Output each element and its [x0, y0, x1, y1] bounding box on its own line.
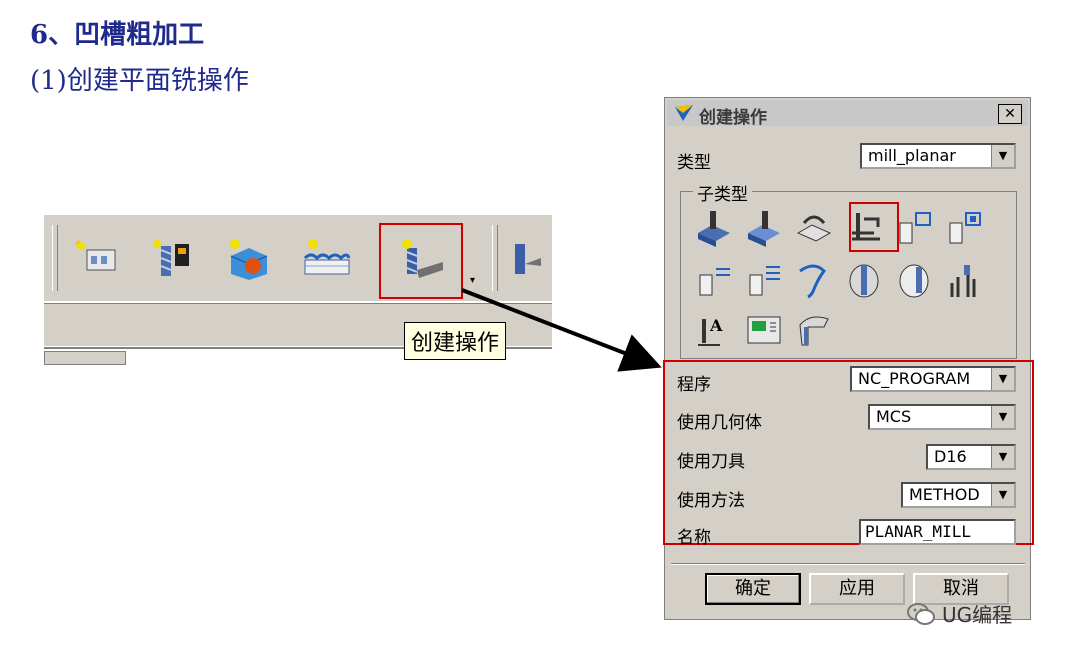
toolbar-highlight-box: [379, 223, 463, 299]
create-program-icon[interactable]: [66, 231, 126, 287]
tool-select[interactable]: D16 ▼: [926, 444, 1016, 470]
panel-tab[interactable]: [44, 351, 126, 365]
chevron-down-icon[interactable]: ▼: [991, 446, 1014, 468]
dialog-title: 创建操作: [699, 108, 767, 128]
type-label: 类型: [677, 153, 711, 173]
svg-text:A: A: [709, 316, 723, 335]
apply-button[interactable]: 应用: [809, 573, 905, 605]
method-select-value: METHOD: [909, 485, 980, 504]
create-geometry-icon[interactable]: [218, 231, 278, 287]
subtype-planar-text-icon[interactable]: A: [691, 308, 737, 352]
geometry-select-value: MCS: [876, 407, 912, 426]
toolbar: ▾: [44, 215, 552, 301]
toolbar-grip[interactable]: [52, 225, 58, 291]
app-logo-icon: [675, 105, 693, 121]
type-select-value: mill_planar: [868, 146, 956, 165]
program-select-value: NC_PROGRAM: [858, 369, 971, 388]
section-subheading: (1)创建平面铣操作: [30, 66, 249, 96]
subtype-face-milling-manual-icon[interactable]: [791, 206, 837, 250]
subtype-mill-user-icon[interactable]: [791, 308, 837, 352]
geometry-select[interactable]: MCS ▼: [868, 404, 1016, 430]
tool-label: 使用刀具: [677, 452, 745, 472]
subtype-hole-milling-icon[interactable]: [841, 258, 887, 302]
subtype-cleanup-corners-icon[interactable]: [941, 206, 987, 250]
wechat-icon: [907, 602, 935, 625]
create-method-icon[interactable]: [296, 231, 356, 287]
watermark: UG编程: [906, 599, 1012, 628]
section-heading: 6、凹槽粗加工: [30, 20, 205, 50]
toolbar-dropdown-arrow[interactable]: ▾: [470, 275, 475, 286]
create-operation-tooltip: 创建操作: [404, 322, 507, 360]
geometry-label: 使用几何体: [677, 413, 762, 433]
subtype-label: 子类型: [693, 180, 752, 205]
subtype-boss-milling-icon[interactable]: [891, 258, 937, 302]
subtype-highlight-box: [849, 202, 899, 252]
toolbar-grip[interactable]: [492, 225, 498, 291]
dialog-titlebar[interactable]: 创建操作 ✕: [667, 100, 1028, 128]
program-select[interactable]: NC_PROGRAM ▼: [850, 366, 1016, 392]
toolbar-screenshot: ▾ 创建操作: [44, 215, 552, 367]
name-label: 名称: [677, 528, 711, 548]
chevron-down-icon[interactable]: ▼: [991, 484, 1014, 506]
type-select[interactable]: mill_planar ▼: [860, 143, 1016, 169]
subtype-mill-control-icon[interactable]: [741, 308, 787, 352]
ok-button[interactable]: 确定: [705, 573, 801, 605]
tool-select-value: D16: [934, 447, 967, 466]
subtype-face-milling-area-icon[interactable]: [691, 206, 737, 250]
chevron-down-icon[interactable]: ▼: [991, 406, 1014, 428]
subtype-face-milling-icon[interactable]: [741, 206, 787, 250]
button-separator: [671, 563, 1025, 565]
close-button[interactable]: ✕: [998, 104, 1022, 124]
chevron-down-icon[interactable]: ▼: [991, 368, 1014, 390]
program-label: 程序: [677, 375, 711, 395]
subtype-drill-points-icon[interactable]: [941, 258, 987, 302]
chevron-down-icon[interactable]: ▼: [991, 145, 1014, 167]
create-operation-dialog: 创建操作 ✕ 类型 mill_planar ▼ 子类型 A 程序 NC_PROG…: [663, 97, 1034, 620]
subtype-thread-milling-icon[interactable]: [791, 258, 837, 302]
subtype-finish-walls-icon[interactable]: [691, 258, 737, 302]
method-select[interactable]: METHOD ▼: [901, 482, 1016, 508]
watermark-text: UG编程: [942, 603, 1013, 627]
next-toolbar-icon[interactable]: [500, 231, 552, 287]
method-label: 使用方法: [677, 491, 745, 511]
subtype-finish-floor-icon[interactable]: [741, 258, 787, 302]
create-tool-icon[interactable]: [142, 231, 202, 287]
name-input[interactable]: PLANAR_MILL: [859, 519, 1016, 545]
